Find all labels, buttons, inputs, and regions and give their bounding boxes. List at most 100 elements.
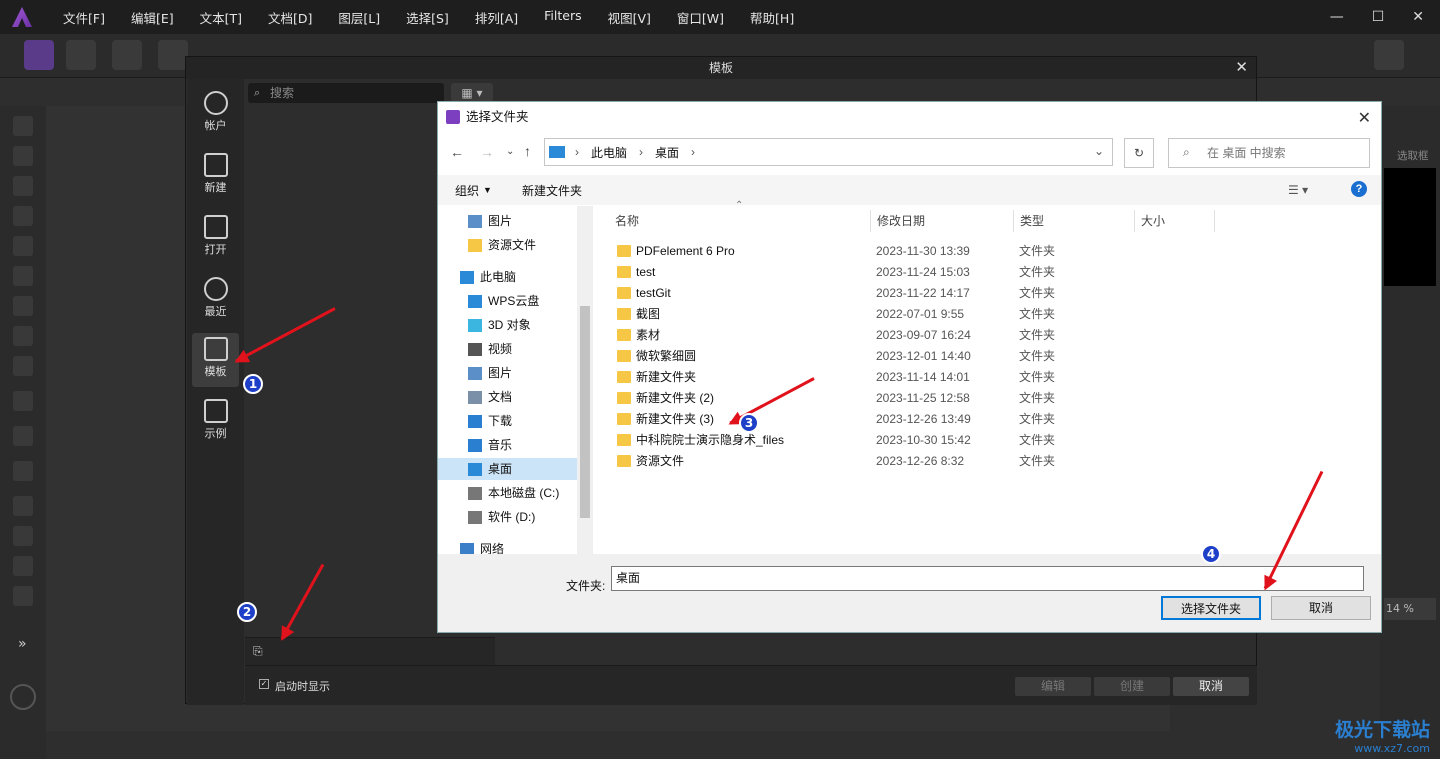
nav-scrollbar[interactable] <box>577 206 593 554</box>
file-row[interactable]: test 2023-11-24 15:03 文件夹 <box>595 262 1215 283</box>
folder-search-input[interactable]: 在 桌面 中搜索 <box>1168 138 1370 168</box>
nav-item[interactable]: 音乐 <box>468 434 576 456</box>
tone-mapping-persona-icon[interactable] <box>158 40 188 70</box>
clone-brush-icon[interactable] <box>13 426 33 446</box>
add-template-folder-icon[interactable]: ⎘ <box>253 644 263 659</box>
maximize-icon[interactable]: ☐ <box>1372 9 1385 25</box>
select-box-label[interactable]: 选取框 <box>1397 148 1429 163</box>
more-tools-icon[interactable]: » <box>18 636 27 652</box>
menu-item[interactable]: 图层[L] <box>325 8 393 27</box>
paint-brush-icon[interactable] <box>13 391 33 411</box>
sidebar-item[interactable]: 模板 <box>192 333 239 387</box>
nav-item[interactable]: 资源文件 <box>468 234 576 256</box>
gradient-tool-icon[interactable] <box>13 356 33 376</box>
develop-persona-icon[interactable] <box>112 40 142 70</box>
view-options-icon[interactable]: ☰ ▾ <box>1288 183 1308 197</box>
organize-dropdown-icon[interactable]: ▼ <box>483 185 492 195</box>
zoom-value[interactable]: 14 % <box>1384 598 1436 620</box>
menu-item[interactable]: 文件[F] <box>50 8 118 27</box>
file-row[interactable]: testGit 2023-11-22 14:17 文件夹 <box>595 283 1215 304</box>
nav-item[interactable]: 网络 <box>460 538 576 554</box>
healing-brush-icon[interactable] <box>13 526 33 546</box>
nav-item[interactable]: WPS云盘 <box>468 290 576 312</box>
file-row[interactable]: 素材 2023-09-07 16:24 文件夹 <box>595 325 1215 346</box>
nav-scrollbar-thumb[interactable] <box>580 306 590 518</box>
breadcrumb-this-pc[interactable]: 此电脑 <box>591 144 627 161</box>
photo-persona-icon[interactable] <box>24 40 54 70</box>
red-eye-tool-icon[interactable] <box>13 556 33 576</box>
move-tool-icon[interactable] <box>13 146 33 166</box>
file-row[interactable]: PDFelement 6 Pro 2023-11-30 13:39 文件夹 <box>595 241 1215 262</box>
nav-item[interactable]: 桌面 <box>438 458 577 480</box>
breadcrumb-desktop[interactable]: 桌面 <box>655 144 679 161</box>
help-icon[interactable]: ? <box>1351 181 1367 197</box>
file-row[interactable]: 微软繁细圆 2023-12-01 14:40 文件夹 <box>595 346 1215 367</box>
marquee-tool-icon[interactable] <box>13 296 33 316</box>
menu-item[interactable]: 视图[V] <box>595 8 664 27</box>
close-icon[interactable]: ✕ <box>1412 9 1424 25</box>
selection-brush-icon[interactable] <box>13 236 33 256</box>
nav-item[interactable]: 软件 (D:) <box>468 506 576 528</box>
address-dropdown-icon[interactable]: ⌄ <box>1094 144 1104 158</box>
color-picker-icon[interactable] <box>13 176 33 196</box>
nav-item[interactable]: 本地磁盘 (C:) <box>468 482 576 504</box>
sidebar-item[interactable]: 新建 <box>192 149 239 203</box>
close-icon[interactable]: ✕ <box>1358 108 1371 128</box>
dodge-brush-icon[interactable] <box>13 496 33 516</box>
column-size[interactable]: 大小 <box>1135 210 1215 232</box>
menu-item[interactable]: 选择[S] <box>393 8 462 27</box>
color-wheel-icon[interactable] <box>10 684 36 710</box>
nav-item[interactable]: 图片 <box>468 210 576 232</box>
file-row[interactable]: 中科院院士演示隐身术_files 2023-10-30 15:42 文件夹 <box>595 430 1215 451</box>
menu-item[interactable]: 帮助[H] <box>737 8 807 27</box>
nav-item[interactable]: 此电脑 <box>460 266 576 288</box>
column-type[interactable]: 类型 <box>1014 210 1135 232</box>
new-folder-button[interactable]: 新建文件夹 <box>522 182 582 199</box>
sidebar-item[interactable]: 示例 <box>192 395 239 449</box>
select-folder-button[interactable]: 选择文件夹 <box>1161 596 1261 620</box>
menu-item[interactable]: 排列[A] <box>462 8 531 27</box>
create-button[interactable]: 创建 <box>1094 677 1170 696</box>
user-icon[interactable] <box>1374 40 1404 70</box>
menu-item[interactable]: 窗口[W] <box>664 8 737 27</box>
sidebar-item[interactable]: 最近 <box>192 273 239 327</box>
column-name[interactable]: 名称 <box>609 210 871 232</box>
nav-item[interactable]: 下载 <box>468 410 576 432</box>
sidebar-item[interactable]: 帐户 <box>192 87 239 141</box>
view-mode-dropdown[interactable]: ▦ ▾ <box>451 83 493 103</box>
show-on-startup-checkbox[interactable]: ✓ <box>259 679 269 689</box>
forward-icon[interactable]: → <box>480 144 494 160</box>
file-row[interactable]: 新建文件夹 (2) 2023-11-25 12:58 文件夹 <box>595 388 1215 409</box>
menu-item[interactable]: 文本[T] <box>187 8 255 27</box>
menu-item[interactable]: Filters <box>531 8 594 27</box>
edit-button[interactable]: 编辑 <box>1015 677 1091 696</box>
file-row[interactable]: 截图 2022-07-01 9:55 文件夹 <box>595 304 1215 325</box>
back-icon[interactable]: ← <box>450 144 464 160</box>
refresh-icon[interactable]: ↻ <box>1124 138 1154 168</box>
flood-select-icon[interactable] <box>13 266 33 286</box>
blur-brush-icon[interactable] <box>13 586 33 606</box>
erase-brush-icon[interactable] <box>13 461 33 481</box>
address-bar[interactable]: › 此电脑 › 桌面 › ⌄ <box>544 138 1113 166</box>
nav-item[interactable]: 视频 <box>468 338 576 360</box>
up-icon[interactable]: ↑ <box>524 143 531 159</box>
file-row[interactable]: 新建文件夹 (3) 2023-12-26 13:49 文件夹 <box>595 409 1215 430</box>
hand-tool-icon[interactable] <box>13 116 33 136</box>
cancel-button[interactable]: 取消 <box>1271 596 1371 620</box>
template-search-input[interactable]: 搜索 <box>248 83 444 103</box>
nav-item[interactable]: 图片 <box>468 362 576 384</box>
sidebar-item[interactable]: 打开 <box>192 211 239 265</box>
file-row[interactable]: 资源文件 2023-12-26 8:32 文件夹 <box>595 451 1215 472</box>
close-icon[interactable]: ✕ <box>1235 58 1248 76</box>
minimize-icon[interactable]: — <box>1330 9 1344 25</box>
liquify-persona-icon[interactable] <box>66 40 96 70</box>
organize-menu[interactable]: 组织 <box>455 182 479 199</box>
column-modified[interactable]: 修改日期 <box>871 210 1014 232</box>
fill-tool-icon[interactable] <box>13 326 33 346</box>
folder-input[interactable]: 桌面 <box>611 566 1364 591</box>
cancel-button[interactable]: 取消 <box>1173 677 1249 696</box>
menu-item[interactable]: 文档[D] <box>255 8 325 27</box>
nav-item[interactable]: 3D 对象 <box>468 314 576 336</box>
crop-tool-icon[interactable] <box>13 206 33 226</box>
nav-item[interactable]: 文档 <box>468 386 576 408</box>
